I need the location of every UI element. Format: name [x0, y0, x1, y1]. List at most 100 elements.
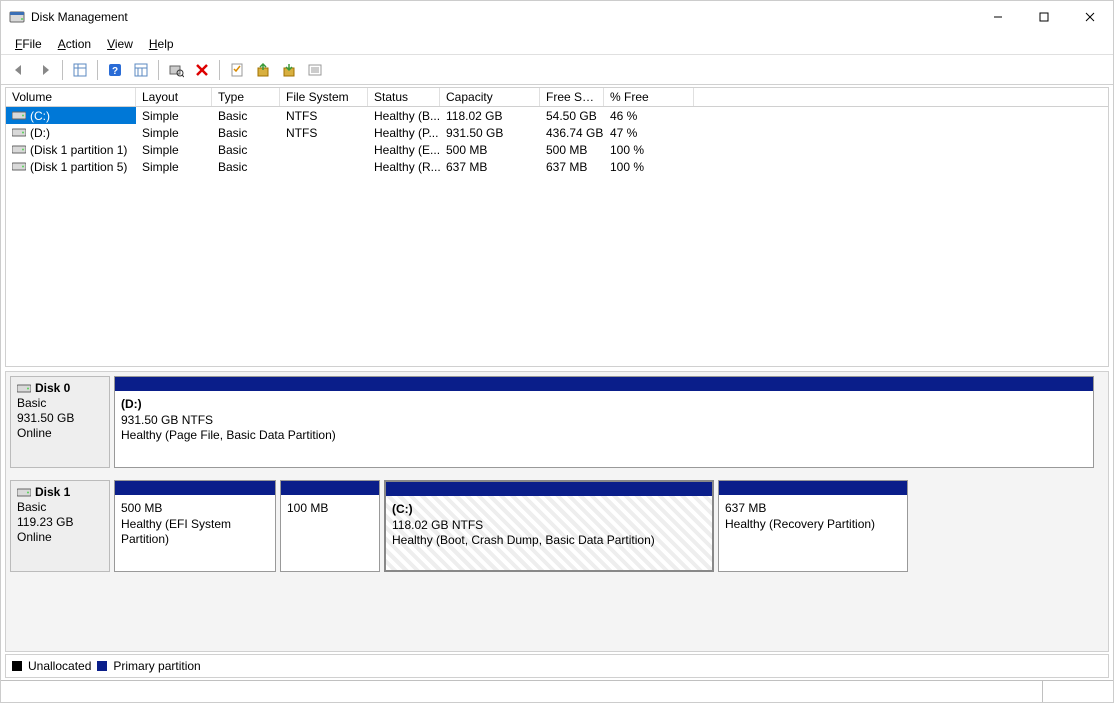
title-bar: Disk Management [1, 1, 1113, 33]
settings-button[interactable] [129, 58, 153, 82]
action-button-2[interactable] [277, 58, 301, 82]
volume-list: Volume Layout Type File System Status Ca… [5, 87, 1109, 367]
delete-button[interactable] [190, 58, 214, 82]
volume-layout-cell: Simple [136, 141, 212, 158]
partition-block[interactable]: 100 MB [280, 480, 380, 572]
volume-pct-cell: 46 % [604, 107, 694, 124]
partition-line2: 100 MB [287, 501, 373, 517]
volume-row[interactable]: (Disk 1 partition 5)SimpleBasicHealthy (… [6, 158, 1108, 175]
disk-partitions: (D:)931.50 GB NTFSHealthy (Page File, Ba… [114, 376, 1104, 468]
app-icon [9, 9, 25, 25]
window-controls [975, 1, 1113, 33]
maximize-button[interactable] [1021, 1, 1067, 33]
partition-line2: 500 MB [121, 501, 269, 517]
list-button[interactable] [303, 58, 327, 82]
col-freespace[interactable]: Free Spa... [540, 88, 604, 106]
disk-label[interactable]: Disk 1Basic119.23 GBOnline [10, 480, 110, 572]
partition-body: (D:)931.50 GB NTFSHealthy (Page File, Ba… [115, 391, 1093, 467]
toolbar-separator [219, 60, 220, 80]
volume-row[interactable]: (C:)SimpleBasicNTFSHealthy (B...118.02 G… [6, 107, 1108, 124]
volume-type-cell: Basic [212, 124, 280, 141]
volume-name-cell: (Disk 1 partition 1) [6, 141, 136, 158]
disk-label[interactable]: Disk 0Basic931.50 GBOnline [10, 376, 110, 468]
volume-row[interactable]: (D:)SimpleBasicNTFSHealthy (P...931.50 G… [6, 124, 1108, 141]
legend: Unallocated Primary partition [5, 654, 1109, 678]
menu-bar: FFile Action View Help [1, 33, 1113, 55]
minimize-button[interactable] [975, 1, 1021, 33]
partition-title: (D:) [121, 397, 1087, 413]
volume-status-cell: Healthy (R... [368, 158, 440, 175]
volume-pct-cell: 100 % [604, 141, 694, 158]
partition-line3: Healthy (EFI System Partition) [121, 517, 269, 548]
partition-header-bar [386, 482, 712, 496]
disk-row: Disk 1Basic119.23 GBOnline500 MBHealthy … [10, 480, 1104, 572]
disk-graphical-panel[interactable]: Disk 0Basic931.50 GBOnline(D:)931.50 GB … [5, 371, 1109, 652]
partition-line2: 931.50 GB NTFS [121, 413, 1087, 429]
toolbar: ? [1, 55, 1113, 85]
status-cell-2 [1043, 681, 1113, 702]
disk-state: Online [17, 426, 103, 440]
show-hide-console-tree-button[interactable] [68, 58, 92, 82]
toolbar-separator [97, 60, 98, 80]
volume-capacity-cell: 637 MB [440, 158, 540, 175]
volume-status-cell: Healthy (P... [368, 124, 440, 141]
col-type[interactable]: Type [212, 88, 280, 106]
col-layout[interactable]: Layout [136, 88, 212, 106]
partition-header-bar [719, 481, 907, 495]
menu-action[interactable]: Action [50, 35, 99, 53]
volume-free-cell: 436.74 GB [540, 124, 604, 141]
refresh-button[interactable] [164, 58, 188, 82]
volume-capacity-cell: 931.50 GB [440, 124, 540, 141]
volume-free-cell: 637 MB [540, 158, 604, 175]
toolbar-separator [158, 60, 159, 80]
menu-help[interactable]: Help [141, 35, 182, 53]
disk-state: Online [17, 530, 103, 544]
volume-layout-cell: Simple [136, 124, 212, 141]
partition-body: (C:)118.02 GB NTFSHealthy (Boot, Crash D… [386, 496, 712, 570]
volume-fs-cell: NTFS [280, 107, 368, 124]
legend-unallocated-label: Unallocated [28, 659, 91, 673]
volume-type-cell: Basic [212, 141, 280, 158]
col-pctfree[interactable]: % Free [604, 88, 694, 106]
col-capacity[interactable]: Capacity [440, 88, 540, 106]
legend-primary-label: Primary partition [113, 659, 200, 673]
volume-name-cell: (D:) [6, 124, 136, 141]
svg-text:?: ? [112, 66, 118, 77]
volume-capacity-cell: 118.02 GB [440, 107, 540, 124]
volume-row[interactable]: (Disk 1 partition 1)SimpleBasicHealthy (… [6, 141, 1108, 158]
back-button[interactable] [7, 58, 31, 82]
volume-fs-cell [280, 158, 368, 175]
window-title: Disk Management [31, 10, 128, 24]
disk-row: Disk 0Basic931.50 GBOnline(D:)931.50 GB … [10, 376, 1104, 468]
forward-button[interactable] [33, 58, 57, 82]
volume-name-cell: (C:) [6, 107, 136, 124]
status-bar [1, 680, 1113, 702]
partition-line2: 637 MB [725, 501, 901, 517]
disk-type: Basic [17, 500, 103, 514]
partition-block[interactable]: (D:)931.50 GB NTFSHealthy (Page File, Ba… [114, 376, 1094, 468]
volume-free-cell: 500 MB [540, 141, 604, 158]
volume-pct-cell: 100 % [604, 158, 694, 175]
menu-view[interactable]: View [99, 35, 141, 53]
toolbar-separator [62, 60, 63, 80]
col-filesystem[interactable]: File System [280, 88, 368, 106]
menu-file[interactable]: FFile [7, 35, 50, 53]
partition-title: (C:) [392, 502, 706, 518]
volume-status-cell: Healthy (B... [368, 107, 440, 124]
help-button[interactable]: ? [103, 58, 127, 82]
volume-type-cell: Basic [212, 158, 280, 175]
volume-fs-cell [280, 141, 368, 158]
partition-block[interactable]: (C:)118.02 GB NTFSHealthy (Boot, Crash D… [384, 480, 714, 572]
col-volume[interactable]: Volume [6, 88, 136, 106]
volume-list-body[interactable]: (C:)SimpleBasicNTFSHealthy (B...118.02 G… [6, 107, 1108, 366]
partition-line3: Healthy (Recovery Partition) [725, 517, 901, 533]
col-status[interactable]: Status [368, 88, 440, 106]
close-button[interactable] [1067, 1, 1113, 33]
action-button-1[interactable] [251, 58, 275, 82]
volume-free-cell: 54.50 GB [540, 107, 604, 124]
volume-list-header: Volume Layout Type File System Status Ca… [6, 88, 1108, 107]
partition-block[interactable]: 637 MBHealthy (Recovery Partition) [718, 480, 908, 572]
partition-block[interactable]: 500 MBHealthy (EFI System Partition) [114, 480, 276, 572]
disk-size: 931.50 GB [17, 411, 103, 425]
properties-button[interactable] [225, 58, 249, 82]
